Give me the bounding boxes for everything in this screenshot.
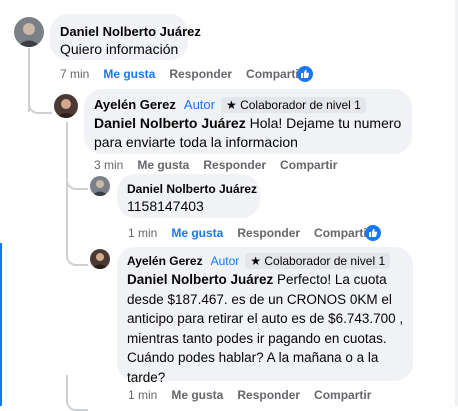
avatar-photo bbox=[90, 176, 110, 196]
avatar[interactable] bbox=[90, 249, 110, 269]
comment-bubble: Daniel Nolberto Juárez Quiero informació… bbox=[50, 14, 201, 60]
comment-bubble: Ayelén Gerez Autor ★ Colaborador de nivel … bbox=[117, 247, 413, 385]
thread-connector bbox=[66, 200, 88, 266]
comment-time[interactable]: 7 min bbox=[60, 67, 89, 81]
comment-time[interactable]: 1 min bbox=[128, 388, 157, 402]
thumbs-up-glyph bbox=[369, 228, 378, 237]
badge-label: Colaborador de nivel 1 bbox=[240, 98, 361, 112]
comment-body: Perfecto! La cuota desde $187.467. es de… bbox=[127, 272, 404, 385]
avatar-photo bbox=[54, 94, 78, 118]
comment-author[interactable]: Daniel Nolberto Juárez bbox=[60, 23, 201, 40]
like-button[interactable]: Me gusta bbox=[171, 388, 223, 402]
comment-author[interactable]: Ayelén Gerez bbox=[127, 254, 203, 268]
avatar[interactable] bbox=[14, 17, 44, 47]
comment-time[interactable]: 1 min bbox=[128, 226, 157, 240]
badge-label: Colaborador de nivel 1 bbox=[264, 254, 386, 268]
reply-button[interactable]: Responder bbox=[237, 388, 300, 402]
thumbs-up-icon[interactable] bbox=[365, 225, 381, 241]
thread-connector bbox=[28, 92, 52, 114]
share-button[interactable]: Compartir bbox=[314, 226, 371, 240]
reply-button[interactable]: Responder bbox=[237, 226, 300, 240]
thread-connector bbox=[66, 172, 88, 190]
mention-link[interactable]: Daniel Nolberto Juárez bbox=[127, 272, 273, 287]
avatar-photo bbox=[90, 249, 110, 269]
thread-line bbox=[66, 122, 68, 202]
comment-actions: 1 min Me gusta Responder Compartir bbox=[128, 387, 385, 403]
like-button[interactable]: Me gusta bbox=[103, 67, 155, 81]
reply-button[interactable]: Responder bbox=[169, 67, 232, 81]
comment-text: Daniel Nolberto Juárez Hola! Dejame tu n… bbox=[94, 114, 408, 152]
star-icon: ★ bbox=[250, 254, 265, 268]
author-tag: Autor bbox=[183, 97, 215, 112]
contributor-badge: ★ Colaborador de nivel 1 bbox=[220, 97, 366, 113]
comment-text: Quiero información bbox=[60, 41, 179, 57]
comment-bubble: Daniel Nolberto Juárez 1158147403 bbox=[117, 174, 260, 218]
mention-link[interactable]: Daniel Nolberto Juárez bbox=[94, 115, 246, 131]
reply-button[interactable]: Responder bbox=[203, 158, 266, 172]
focus-accent-bar bbox=[0, 243, 2, 406]
comment-text: 1158147403 bbox=[127, 198, 204, 214]
comment-time[interactable]: 3 min bbox=[94, 158, 123, 172]
avatar-photo bbox=[14, 17, 44, 47]
comment-header: Ayelén Gerez Autor ★ Colaborador de nivel … bbox=[94, 96, 366, 113]
avatar[interactable] bbox=[90, 176, 110, 196]
comment-actions: 7 min Me gusta Responder Compartir bbox=[60, 66, 317, 82]
share-button[interactable]: Compartir bbox=[246, 67, 303, 81]
contributor-badge: ★ Colaborador de nivel 1 bbox=[245, 253, 391, 269]
comment-actions: 3 min Me gusta Responder Compartir bbox=[94, 157, 351, 173]
share-button[interactable]: Compartir bbox=[314, 388, 371, 402]
comment-bubble: Ayelén Gerez Autor ★ Colaborador de nivel … bbox=[84, 89, 412, 154]
like-button[interactable]: Me gusta bbox=[137, 158, 189, 172]
comment-author[interactable]: Ayelén Gerez bbox=[94, 97, 176, 112]
star-icon: ★ bbox=[225, 98, 241, 112]
thumbs-up-glyph bbox=[301, 69, 310, 78]
avatar[interactable] bbox=[54, 94, 78, 118]
comment-text: Daniel Nolberto Juárez Perfecto! La cuot… bbox=[127, 270, 409, 387]
share-button[interactable]: Compartir bbox=[280, 158, 337, 172]
thumbs-up-icon[interactable] bbox=[297, 66, 313, 82]
author-tag: Autor bbox=[210, 254, 240, 268]
like-button[interactable]: Me gusta bbox=[171, 226, 223, 240]
comment-actions: 1 min Me gusta Responder Compartir bbox=[128, 225, 385, 241]
comment-header: Ayelén Gerez Autor ★ Colaborador de nivel … bbox=[127, 253, 391, 270]
